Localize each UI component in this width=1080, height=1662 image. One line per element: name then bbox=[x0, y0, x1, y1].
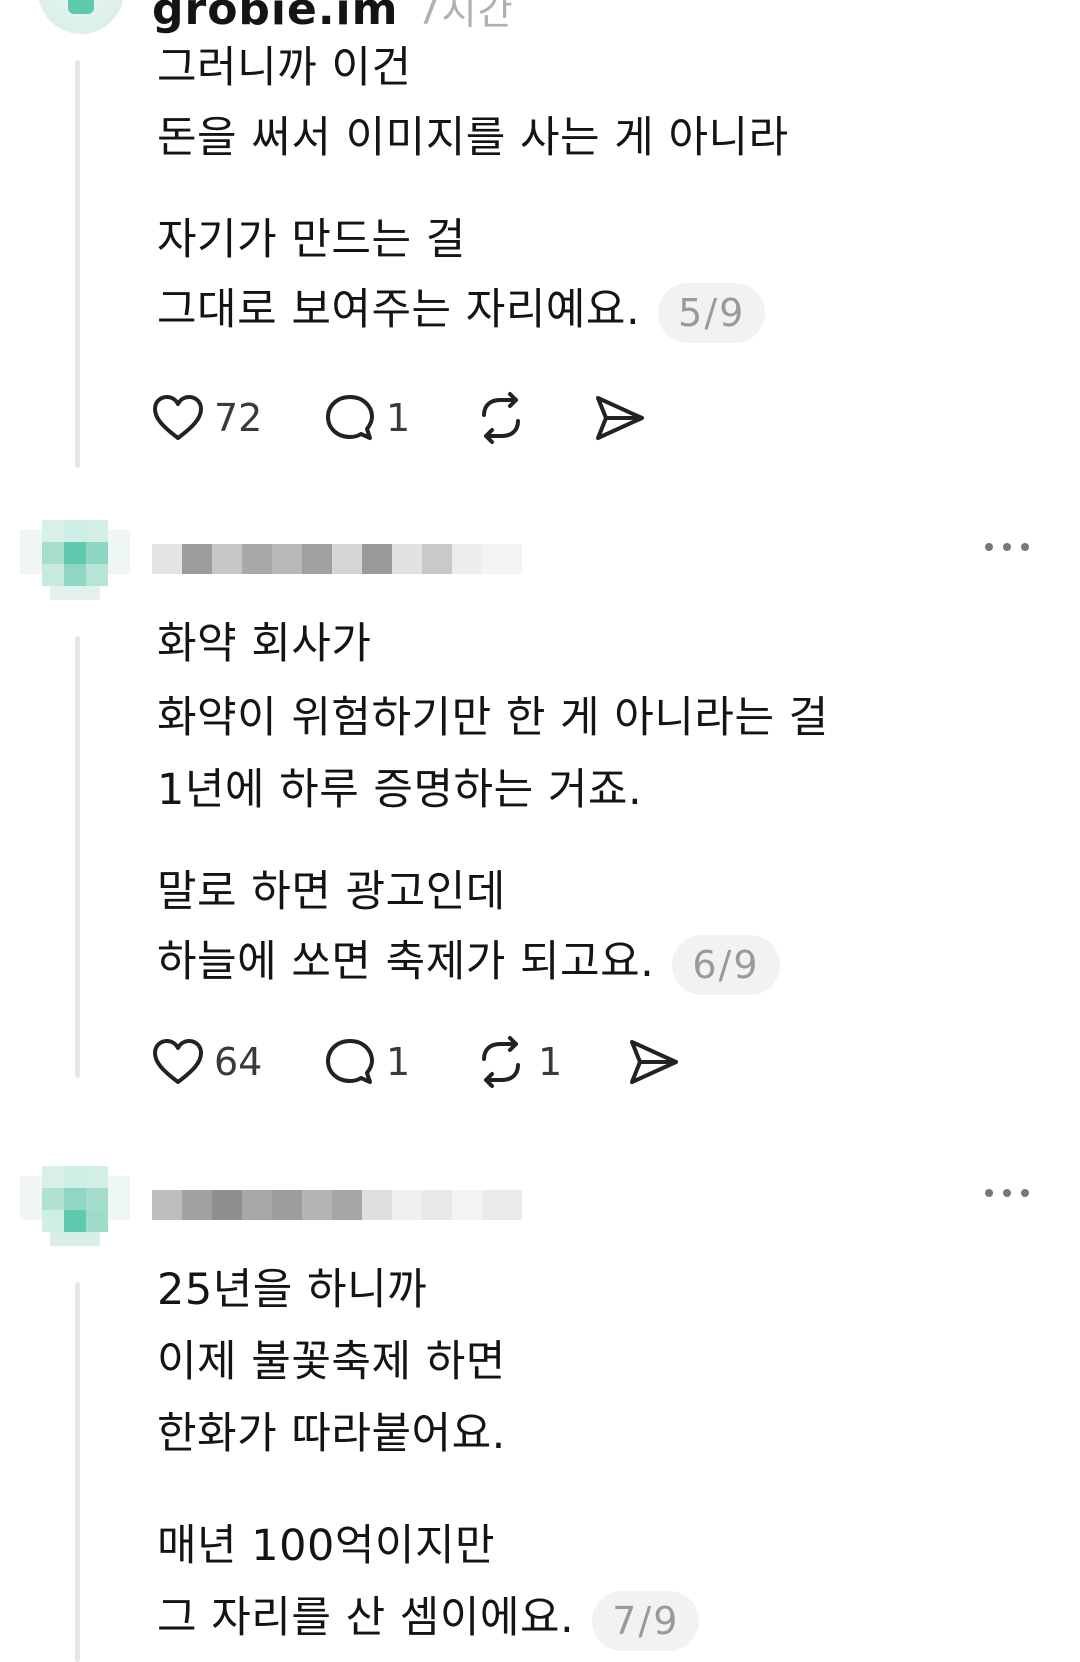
more-options-button[interactable] bbox=[985, 1187, 1029, 1199]
more-dots-icon bbox=[985, 543, 993, 551]
avatar[interactable] bbox=[38, 0, 124, 34]
post-text: 그 자리를 산 셈이에요. bbox=[157, 1593, 575, 1643]
post-text-line-with-badge: 하늘에 쏘면 축제가 되고요. 6/9 bbox=[157, 934, 780, 995]
like-count: 64 bbox=[214, 1040, 263, 1084]
post-text-line: 화약 회사가 bbox=[157, 619, 372, 669]
thread-line bbox=[75, 60, 80, 468]
repost-button[interactable] bbox=[474, 388, 538, 448]
post-text-line: 그러니까 이건 bbox=[157, 43, 412, 93]
post-text-line: 1년에 하루 증명하는 거죠. bbox=[157, 765, 643, 815]
send-icon bbox=[596, 396, 644, 440]
post-text: 하늘에 쏘면 축제가 되고요. bbox=[157, 937, 655, 987]
post-text-line: 화약이 위험하기만 한 게 아니라는 걸 bbox=[157, 693, 829, 743]
post-time: 7시간 bbox=[416, 0, 514, 33]
avatar[interactable] bbox=[20, 520, 130, 610]
post-text-line: 말로 하면 광고인데 bbox=[157, 867, 506, 917]
more-dots-icon bbox=[985, 1189, 993, 1197]
reply-button[interactable]: 1 bbox=[324, 1032, 410, 1092]
repost-icon bbox=[482, 1036, 520, 1088]
avatar[interactable] bbox=[20, 1166, 130, 1256]
like-button[interactable]: 72 bbox=[152, 388, 262, 448]
send-icon bbox=[630, 1040, 678, 1084]
post-text-line: 매년 100억이지만 bbox=[157, 1521, 496, 1571]
comment-icon bbox=[326, 1039, 374, 1084]
more-dots-icon bbox=[1003, 1189, 1011, 1197]
post-text-line: 자기가 만드는 걸 bbox=[157, 215, 466, 265]
post-text-line: 25년을 하니까 bbox=[157, 1265, 428, 1315]
like-button[interactable]: 64 bbox=[152, 1032, 262, 1092]
comment-icon bbox=[326, 395, 374, 440]
post-text-line-with-badge: 그 자리를 산 셈이에요. 7/9 bbox=[157, 1590, 700, 1651]
more-dots-icon bbox=[1021, 1189, 1029, 1197]
reply-count: 1 bbox=[386, 396, 411, 440]
post-text-line: 이제 불꽃축제 하면 bbox=[157, 1337, 506, 1387]
reply-button[interactable]: 1 bbox=[324, 388, 410, 448]
thread-line bbox=[75, 1282, 80, 1662]
heart-icon bbox=[153, 1039, 203, 1084]
heart-icon bbox=[153, 395, 203, 440]
more-dots-icon bbox=[1003, 543, 1011, 551]
page-counter-badge: 6/9 bbox=[672, 934, 780, 995]
repost-icon bbox=[482, 392, 520, 444]
page-counter-badge: 5/9 bbox=[658, 282, 766, 343]
reply-count: 1 bbox=[386, 1040, 411, 1084]
like-count: 72 bbox=[214, 396, 263, 440]
username[interactable]: grobie.im 7시간 bbox=[152, 0, 514, 35]
repost-button[interactable]: 1 bbox=[474, 1032, 562, 1092]
page-counter-badge: 7/9 bbox=[592, 1590, 700, 1651]
share-button[interactable] bbox=[594, 388, 646, 448]
more-options-button[interactable] bbox=[985, 541, 1029, 553]
username-text[interactable]: grobie.im bbox=[152, 0, 399, 35]
thread-line bbox=[75, 636, 80, 1078]
share-button[interactable] bbox=[628, 1032, 680, 1092]
repost-count: 1 bbox=[538, 1040, 563, 1084]
username-blurred[interactable] bbox=[152, 528, 522, 590]
post-text-line: 한화가 따라붙어요. bbox=[157, 1409, 506, 1459]
post-text-line: 돈을 써서 이미지를 사는 게 아니라 bbox=[157, 113, 789, 163]
more-dots-icon bbox=[1021, 543, 1029, 551]
post-text-line-with-badge: 그대로 보여주는 자리예요. 5/9 bbox=[157, 282, 766, 343]
post-text: 그대로 보여주는 자리예요. bbox=[157, 285, 641, 335]
username-blurred[interactable] bbox=[152, 1174, 522, 1236]
